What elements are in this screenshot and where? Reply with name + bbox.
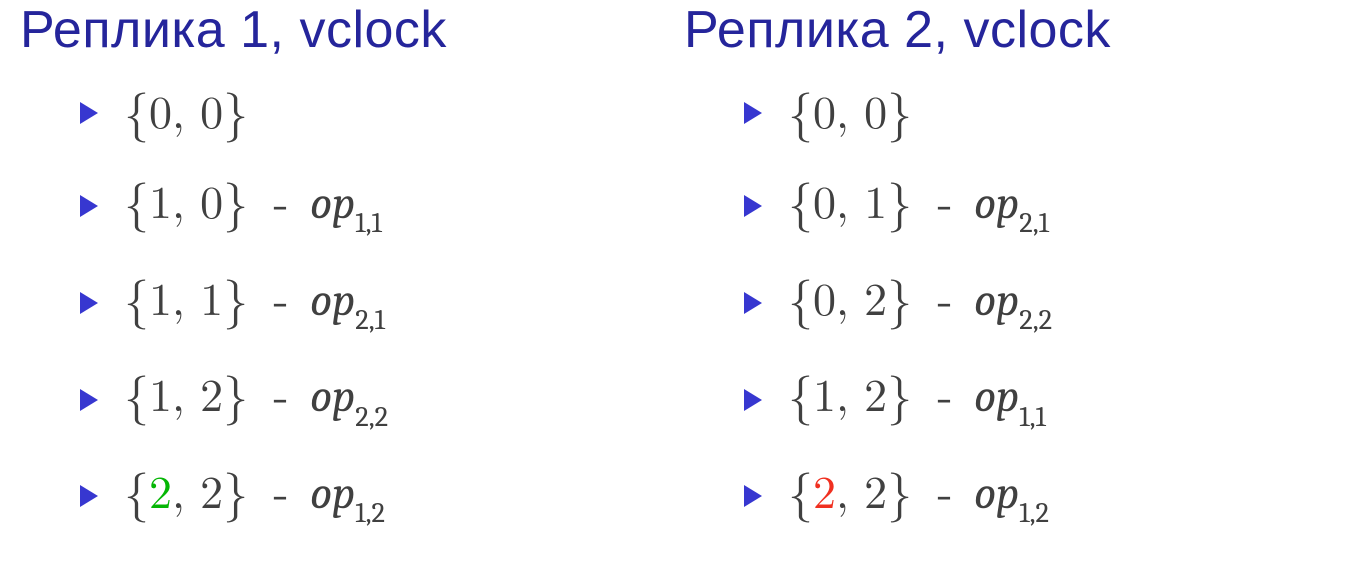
- list-item: {1, 2} - op1,1: [744, 371, 1328, 428]
- list-item: {0, 1} - op2,1: [744, 178, 1328, 235]
- vector-clock: {2, 2} - op1,2: [788, 468, 1049, 525]
- list-replica-1: {0, 0} {1, 0} - op1,1 {1, 1} - op2,1 {1,…: [20, 88, 664, 525]
- op-label: op1,1: [310, 177, 382, 230]
- op-label: op2,1: [310, 274, 385, 327]
- list-item: {2, 2} - op1,2: [80, 468, 664, 525]
- vector-clock: {1, 1} - op2,1: [124, 275, 385, 332]
- list-item: {0, 2} - op2,2: [744, 275, 1328, 332]
- triangle-bullet-icon: [80, 485, 98, 507]
- op-label: op2,2: [310, 370, 388, 423]
- triangle-bullet-icon: [80, 389, 98, 411]
- heading-replica-2: Реплика 2, vclock: [684, 0, 1328, 60]
- slide: Реплика 1, vclock {0, 0} {1, 0} - op1,1 …: [0, 0, 1348, 586]
- vector-clock: {0, 1} - op2,1: [788, 178, 1049, 235]
- triangle-bullet-icon: [80, 292, 98, 314]
- triangle-bullet-icon: [80, 102, 98, 124]
- column-replica-1: Реплика 1, vclock {0, 0} {1, 0} - op1,1 …: [10, 0, 674, 586]
- vector-clock: {0, 0}: [788, 88, 912, 138]
- list-item: {1, 0} - op1,1: [80, 178, 664, 235]
- list-item: {1, 2} - op2,2: [80, 371, 664, 428]
- triangle-bullet-icon: [744, 292, 762, 314]
- list-item: {1, 1} - op2,1: [80, 275, 664, 332]
- vector-clock: {0, 0}: [124, 88, 248, 138]
- triangle-bullet-icon: [744, 389, 762, 411]
- op-label: op1,2: [974, 467, 1049, 520]
- op-label: op2,2: [974, 274, 1052, 327]
- list-item: {2, 2} - op1,2: [744, 468, 1328, 525]
- list-item: {0, 0}: [744, 88, 1328, 138]
- vector-clock: {1, 0} - op1,1: [124, 178, 382, 235]
- op-label: op1,1: [974, 370, 1046, 423]
- heading-replica-1: Реплика 1, vclock: [20, 0, 664, 60]
- vector-clock: {1, 2} - op2,2: [124, 371, 388, 428]
- list-replica-2: {0, 0} {0, 1} - op2,1 {0, 2} - op2,2 {1,…: [684, 88, 1328, 525]
- triangle-bullet-icon: [744, 102, 762, 124]
- vector-clock: {2, 2} - op1,2: [124, 468, 385, 525]
- op-label: op2,1: [974, 177, 1049, 230]
- triangle-bullet-icon: [744, 485, 762, 507]
- column-replica-2: Реплика 2, vclock {0, 0} {0, 1} - op2,1 …: [674, 0, 1338, 586]
- triangle-bullet-icon: [80, 195, 98, 217]
- vector-clock: {1, 2} - op1,1: [788, 371, 1046, 428]
- triangle-bullet-icon: [744, 195, 762, 217]
- list-item: {0, 0}: [80, 88, 664, 138]
- vector-clock: {0, 2} - op2,2: [788, 275, 1052, 332]
- op-label: op1,2: [310, 467, 385, 520]
